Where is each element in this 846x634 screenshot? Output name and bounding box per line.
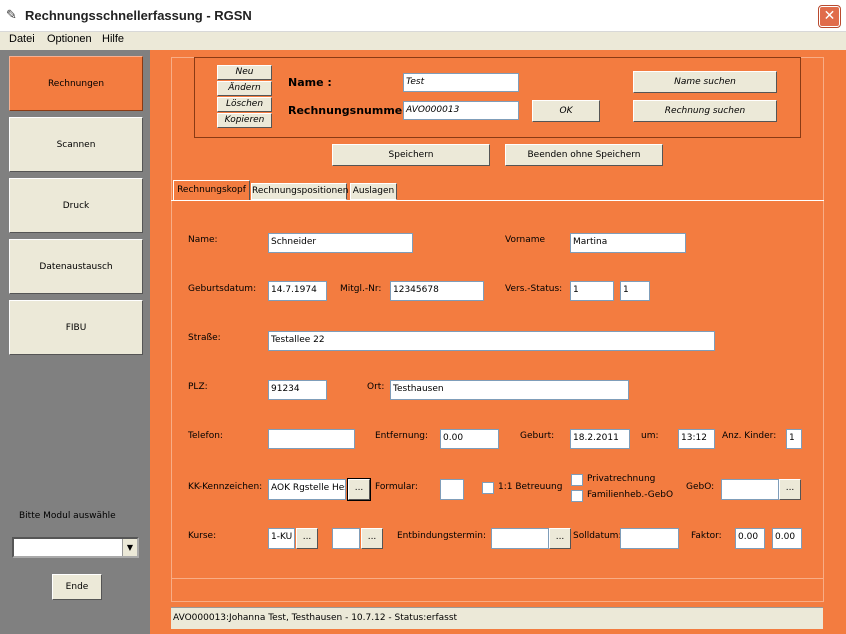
kurse-browse-button-1[interactable]: ... [296, 528, 318, 549]
chevron-down-icon[interactable]: ▼ [122, 539, 137, 556]
privatrechnung-label: Privatrechnung [587, 474, 656, 484]
new-button[interactable]: Neu [217, 65, 272, 80]
tab-rechnungskopf[interactable]: Rechnungskopf [173, 180, 250, 201]
solldatum-label: Solldatum: [573, 531, 622, 541]
search-invoice-button[interactable]: Rechnung suchen [633, 100, 777, 122]
geburtsdatum-label: Geburtsdatum: [188, 284, 257, 294]
copy-button[interactable]: Kopieren [217, 113, 272, 128]
betreuung-label: 1:1 Betreuung [498, 482, 563, 492]
invoice-number-label: Rechnungsnummer : [288, 104, 416, 117]
um-field[interactable]: 13:12 [678, 429, 715, 449]
entfernung-label: Entfernung: [375, 431, 429, 441]
ok-button[interactable]: OK [532, 100, 600, 122]
edit-button[interactable]: Ändern [217, 81, 272, 96]
mitgl-nr-label: Mitgl.-Nr: [340, 284, 382, 294]
exit-button[interactable]: Ende [52, 574, 102, 600]
kk-kennzeichen-field[interactable]: AOK Rgstelle Hes [268, 479, 346, 500]
title-bar: ✎ Rechnungsschnellerfassung - RGSN ✕ [0, 0, 846, 32]
familienheb-checkbox[interactable] [571, 490, 583, 502]
faktor-field-1[interactable]: 0.00 [735, 528, 765, 549]
tab-auslagen[interactable]: Auslagen [350, 183, 397, 200]
vorname-field[interactable]: Martina [570, 233, 686, 253]
module-label: Bitte Modul auswähle [19, 511, 116, 521]
anz-kinder-field[interactable]: 1 [786, 429, 802, 449]
formular-field[interactable] [440, 479, 464, 500]
formular-label: Formular: [375, 482, 418, 492]
vers-status-field-2[interactable]: 1 [620, 281, 650, 301]
privatrechnung-checkbox[interactable] [571, 474, 583, 486]
faktor-field-2[interactable]: 0.00 [772, 528, 802, 549]
sidebar-item-scannen[interactable]: Scannen [9, 117, 143, 172]
telefon-field[interactable] [268, 429, 355, 449]
module-select[interactable]: ▼ [12, 537, 139, 558]
entbindungstermin-browse-button[interactable]: ... [549, 528, 571, 549]
vorname-label: Vorname [505, 235, 546, 245]
delete-button[interactable]: Löschen [217, 97, 272, 112]
plz-label: PLZ: [188, 382, 208, 392]
geburtsdatum-field[interactable]: 14.7.1974 [268, 281, 327, 301]
betreuung-checkbox[interactable] [482, 482, 494, 494]
sidebar-item-datenaustausch[interactable]: Datenaustausch [9, 239, 143, 294]
entbindungstermin-label: Entbindungstermin: [397, 531, 486, 541]
gebo-label: GebO: [686, 482, 715, 492]
vers-status-field-1[interactable]: 1 [570, 281, 614, 301]
app-icon: ✎ [6, 8, 17, 23]
vers-status-label: Vers.-Status: [505, 284, 563, 294]
strasse-label: Straße: [188, 333, 221, 343]
kurse-browse-button-2[interactable]: ... [361, 528, 383, 549]
tab-rechnungspositionen[interactable]: Rechnungspositionen [251, 183, 348, 200]
name-label: Name: [188, 235, 218, 245]
kurse-label: Kurse: [188, 531, 217, 541]
menu-bar: Datei Optionen Hilfe [0, 32, 846, 50]
search-name-button[interactable]: Name suchen [633, 71, 777, 93]
sidebar-item-rechnungen[interactable]: Rechnungen [9, 56, 143, 111]
divider [171, 578, 824, 579]
familienheb-label: Familienheb.-GebO [587, 490, 674, 500]
geburt-field[interactable]: 18.2.2011 [570, 429, 630, 449]
mitgl-nr-field[interactable]: 12345678 [390, 281, 484, 301]
ort-label: Ort: [367, 382, 385, 392]
solldatum-field[interactable] [620, 528, 679, 549]
um-label: um: [641, 431, 659, 441]
invoice-number-input[interactable]: AVO000013 [403, 101, 519, 120]
gebo-browse-button[interactable]: ... [779, 479, 801, 500]
status-bar: AVO000013:Johanna Test, Testhausen - 10.… [171, 607, 823, 629]
plz-field[interactable]: 91234 [268, 380, 327, 400]
geburt-label: Geburt: [520, 431, 555, 441]
strasse-field[interactable]: Testallee 22 [268, 331, 715, 351]
window-title: Rechnungsschnellerfassung - RGSN [25, 8, 252, 23]
name-search-input[interactable]: Test [403, 73, 519, 92]
ort-field[interactable]: Testhausen [390, 380, 629, 400]
exit-without-save-button[interactable]: Beenden ohne Speichern [505, 144, 663, 166]
gebo-field[interactable] [721, 479, 779, 500]
menu-optionen[interactable]: Optionen [47, 33, 92, 45]
anz-kinder-label: Anz. Kinder: [722, 431, 777, 441]
save-button[interactable]: Speichern [332, 144, 490, 166]
sidebar-item-fibu[interactable]: FIBU [9, 300, 143, 355]
kurse-field-1[interactable]: 1-KU [268, 528, 295, 549]
faktor-label: Faktor: [691, 531, 722, 541]
sidebar-item-druck[interactable]: Druck [9, 178, 143, 233]
name-search-label: Name : [288, 76, 332, 89]
search-box [194, 57, 801, 138]
telefon-label: Telefon: [188, 431, 223, 441]
menu-hilfe[interactable]: Hilfe [102, 33, 124, 45]
entbindungstermin-field[interactable] [491, 528, 549, 549]
close-button[interactable]: ✕ [818, 5, 841, 28]
kurse-field-2[interactable] [332, 528, 360, 549]
kk-kennzeichen-browse-button[interactable]: ... [347, 478, 371, 501]
name-field[interactable]: Schneider [268, 233, 413, 253]
entfernung-field[interactable]: 0.00 [440, 429, 499, 449]
menu-datei[interactable]: Datei [9, 33, 35, 45]
kk-kennzeichen-label: KK-Kennzeichen: [188, 482, 263, 492]
